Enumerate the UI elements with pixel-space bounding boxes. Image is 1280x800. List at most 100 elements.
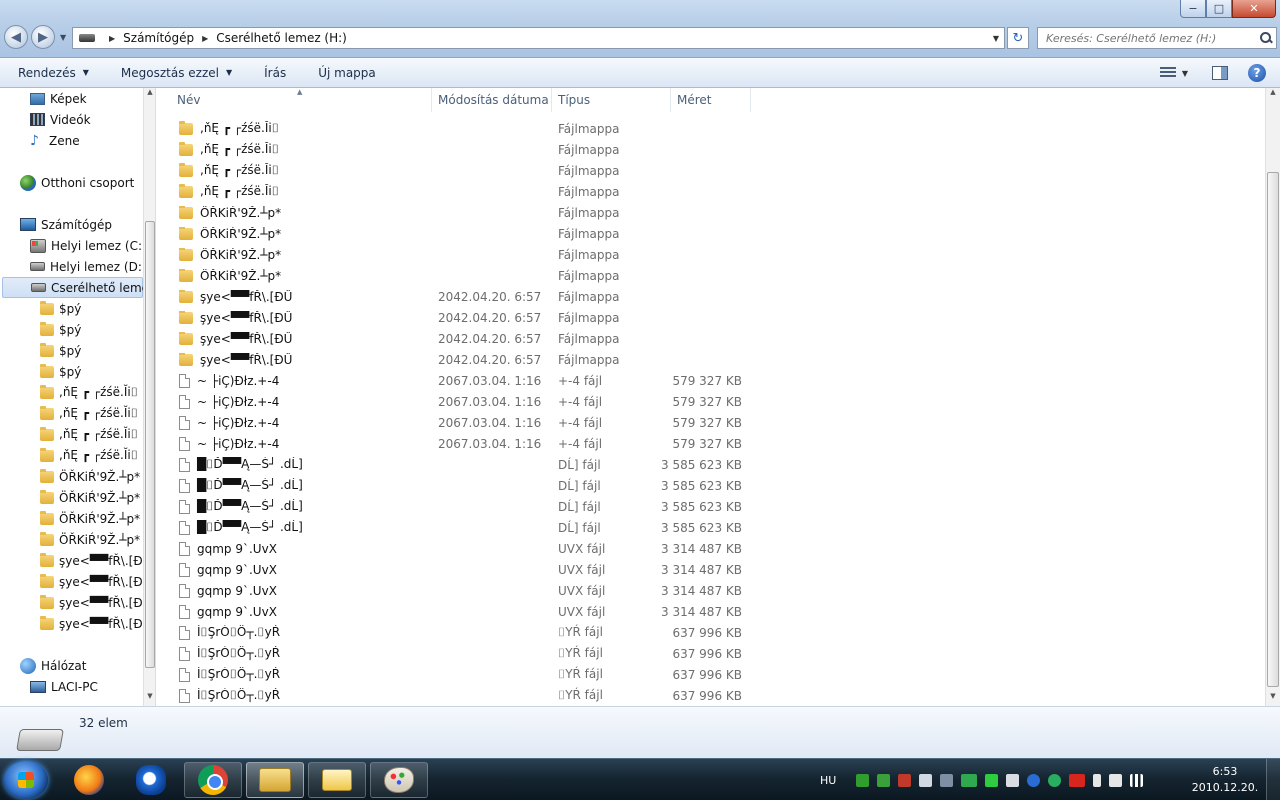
breadcrumb-computer[interactable]: Számítógép [123,31,194,45]
tray-tool-icon[interactable] [898,773,912,787]
file-row[interactable]: █⌷Ď▀▀Ą—Ś┘ .dĹ] DĹ] fájl 3 585 623 KB [160,454,1264,475]
close-button[interactable]: ✕ [1232,0,1276,18]
burn-button[interactable]: Írás [246,66,300,80]
action-center-icon[interactable] [1109,773,1123,787]
nav-item-drive-d[interactable]: Helyi lemez (D:) [30,256,147,277]
folder-row[interactable]: ,ňĘ ┏ ┌źśë.Ĭi⌷ Fájlmappa [160,160,1264,181]
file-row[interactable]: gqmp 9`.UvX UVX fájl 3 314 487 KB [160,559,1264,580]
nav-item-drive-h[interactable]: Cserélhető lemez (H:) [2,277,155,298]
file-row[interactable]: ~ ├iÇ)Đłz.+-4 2067.03.04. 1:16 +-4 fájl 579… [160,391,1264,412]
back-button[interactable]: ◀ [4,25,28,49]
breadcrumb-drive[interactable]: Cserélhető lemez (H:) [216,31,347,45]
views-icon[interactable] [1159,67,1176,79]
nav-subfolder[interactable]: ÖŘKiŔ'9Ž.┴p* [40,487,140,508]
folder-row[interactable]: ,ňĘ ┏ ┌źśë.Ĭi⌷ Fájlmappa [160,181,1264,202]
taskbar-internet-explorer[interactable] [122,762,180,798]
signal-icon[interactable] [1130,773,1144,787]
nav-subfolder[interactable]: ,ňĘ ┏ ┌źśë.Ĭi⌷ [40,424,138,445]
nav-item-homegroup[interactable]: Otthoni csoport [20,172,134,193]
file-list-scrollbar[interactable]: ▲ ▼ [1265,88,1280,706]
show-desktop-button[interactable] [1266,759,1280,800]
search-input[interactable] [1046,31,1246,45]
start-button[interactable] [4,761,48,799]
new-folder-button[interactable]: Új mappa [300,66,390,80]
file-row[interactable]: ~ ├iÇ)Đłz.+-4 2067.03.04. 1:16 +-4 fájl 579… [160,433,1264,454]
maximize-button[interactable]: □ [1206,0,1232,18]
nav-subfolder[interactable]: ,ňĘ ┏ ┌źśë.Ĭi⌷ [40,382,138,403]
nav-subfolder[interactable]: şye<▀▀fŘ\.[ĐŰ [40,613,151,634]
nav-subfolder[interactable]: şye<▀▀fŘ\.[ĐŰ [40,592,151,613]
chevron-right-icon[interactable]: ▶ [109,34,115,43]
nav-item-network-pc[interactable]: LACI-PC [30,676,98,697]
nav-subfolder[interactable]: ÖŘKiŔ'9Ž.┴p* [40,508,140,529]
file-row[interactable]: gqmp 9`.UvX UVX fájl 3 314 487 KB [160,538,1264,559]
organize-menu[interactable]: Rendezés ▼ [0,66,103,80]
nav-subfolder[interactable]: ÖŘKiŔ'9Ž.┴p* [40,529,140,550]
file-row[interactable]: █⌷Ď▀▀Ą—Ś┘ .dĹ] DĹ] fájl 3 585 623 KB [160,475,1264,496]
tray-check-icon[interactable] [856,773,870,787]
language-indicator[interactable]: HU [820,774,836,787]
clock[interactable]: 6:53 2010.12.20. [1190,764,1260,796]
preview-pane-icon[interactable] [1212,66,1228,80]
taskbar-firefox[interactable] [60,762,118,798]
tray-app-icon[interactable] [1006,773,1020,787]
nav-subfolder[interactable]: $pý [40,298,81,319]
file-list-scroll-thumb[interactable] [1267,172,1279,687]
search-box[interactable] [1037,27,1277,49]
taskbar-explorer[interactable] [246,762,304,798]
share-with-menu[interactable]: Megosztás ezzel ▼ [103,66,246,80]
scroll-down-icon[interactable]: ▼ [1266,692,1280,706]
tray-lightning-icon[interactable] [1027,773,1041,787]
folder-row[interactable]: ÖŘKiŔ'9Ž.┴p* Fájlmappa [160,244,1264,265]
file-row[interactable]: █⌷Ď▀▀Ą—Ś┘ .dĹ] DĹ] fájl 3 585 623 KB [160,496,1264,517]
recent-pages-dropdown[interactable]: ▼ [60,33,66,42]
folder-row[interactable]: ÖŘKiŔ'9Ž.┴p* Fájlmappa [160,202,1264,223]
nav-item-videos[interactable]: Videók [30,109,91,130]
forward-button[interactable]: ▶ [31,25,55,49]
folder-row[interactable]: ,ňĘ ┏ ┌źśë.Ĭi⌷ Fájlmappa [160,139,1264,160]
nav-subfolder[interactable]: ,ňĘ ┏ ┌źśë.Ĭi⌷ [40,403,138,424]
nav-item-computer[interactable]: Számítógép [20,214,112,235]
taskbar-mail[interactable] [308,762,366,798]
file-row[interactable]: gqmp 9`.UvX UVX fájl 3 314 487 KB [160,601,1264,622]
nav-subfolder[interactable]: ,ňĘ ┏ ┌źśë.Ĭi⌷ [40,445,138,466]
nav-subfolder[interactable]: $pý [40,361,81,382]
file-row[interactable]: █⌷Ď▀▀Ą—Ś┘ .dĹ] DĹ] fájl 3 585 623 KB [160,517,1264,538]
scroll-down-icon[interactable]: ▼ [144,692,155,706]
chevron-down-icon[interactable]: ▼ [1182,69,1188,78]
help-icon[interactable]: ? [1248,64,1266,82]
folder-row[interactable]: ÖŘKiŔ'9Ž.┴p* Fájlmappa [160,223,1264,244]
tray-security-icon[interactable] [877,773,891,787]
folder-row[interactable]: şye<▀▀fŘ\.[ĐŰ 2042.04.20. 6:57 Fájlmappa [160,328,1264,349]
ati-icon[interactable] [1069,773,1086,787]
folder-row[interactable]: şye<▀▀fŘ\.[ĐŰ 2042.04.20. 6:57 Fájlmappa [160,286,1264,307]
nav-subfolder[interactable]: şye<▀▀fŘ\.[ĐŰ [40,550,151,571]
nav-scrollbar[interactable]: ▲ ▼ [143,88,155,706]
taskbar-chrome[interactable] [184,762,242,798]
folder-row[interactable]: ÖŘKiŔ'9Ž.┴p* Fájlmappa [160,265,1264,286]
taskbar-paint[interactable] [370,762,428,798]
file-row[interactable]: Í⌷ŞrÓ⌷Ö┬.⌷yŔ ⌷YŔ fájl 637 996 KB [160,622,1264,643]
folder-row[interactable]: şye<▀▀fŘ\.[ĐŰ 2042.04.20. 6:57 Fájlmappa [160,349,1264,370]
file-row[interactable]: Í⌷ŞrÓ⌷Ö┬.⌷yŔ ⌷YŔ fájl 637 996 KB [160,643,1264,664]
tray-circle-icon[interactable] [1048,773,1062,787]
nav-item-network[interactable]: Hálózat [20,655,86,676]
address-bar[interactable]: ▶ Számítógép ▶ Cserélhető lemez (H:) ▼ [72,27,1005,49]
address-history-dropdown[interactable]: ▼ [988,34,1004,43]
volume-icon[interactable] [919,773,933,787]
nav-item-music[interactable]: ♪ Zene [30,130,80,151]
nav-scroll-thumb[interactable] [145,221,155,668]
network-tray-icon[interactable] [940,773,954,787]
nav-subfolder[interactable]: ÖŘKiŔ'9Ž.┴p* [40,466,140,487]
nav-subfolder[interactable]: $pý [40,319,81,340]
scroll-up-icon[interactable]: ▲ [1266,88,1280,102]
tray-ovi-icon[interactable] [961,773,978,787]
refresh-button[interactable]: ↻ [1007,27,1029,49]
minimize-button[interactable]: − [1180,0,1206,18]
nav-item-drive-c[interactable]: Helyi lemez (C:) [30,235,147,256]
file-row[interactable]: ~ ├iÇ)Đłz.+-4 2067.03.04. 1:16 +-4 fájl 579… [160,370,1264,391]
search-icon[interactable] [1260,32,1272,44]
file-row[interactable]: Í⌷ŞrÓ⌷Ö┬.⌷yŔ ⌷YŔ fájl 637 996 KB [160,664,1264,685]
scroll-up-icon[interactable]: ▲ [144,88,155,102]
nav-subfolder[interactable]: $pý [40,340,81,361]
